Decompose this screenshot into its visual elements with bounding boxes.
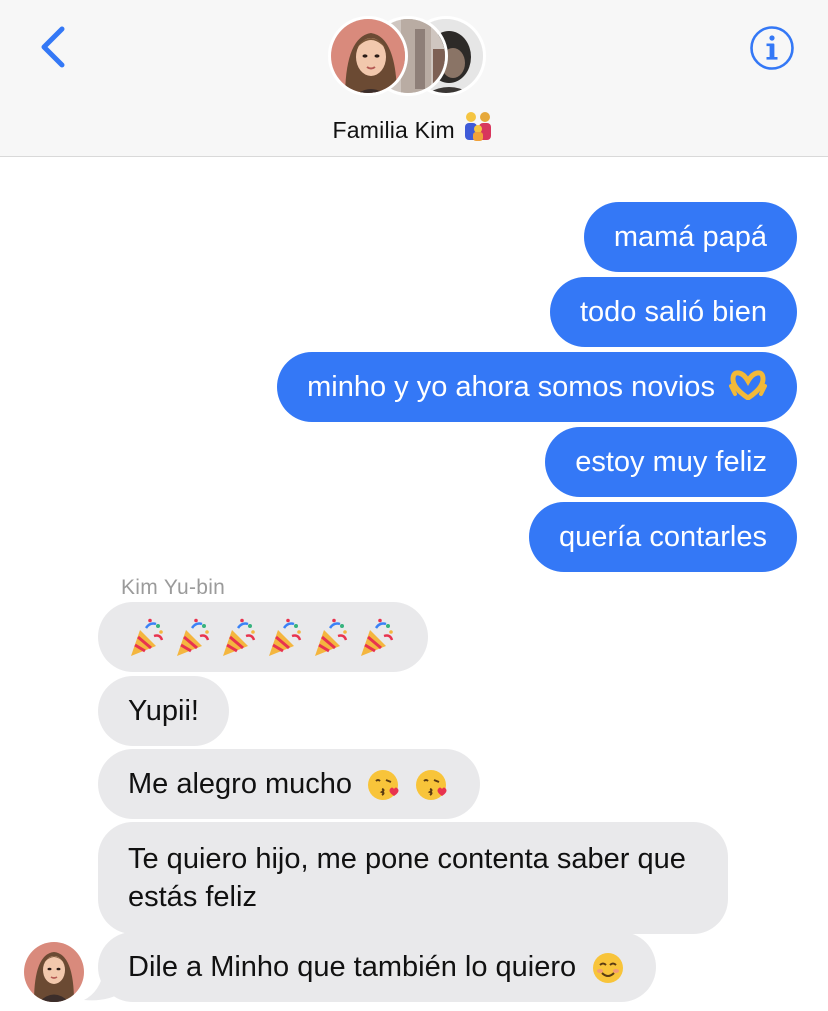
- message-text: Te quiero hijo, me pone contenta saber q…: [128, 843, 686, 913]
- info-button[interactable]: [749, 25, 795, 71]
- chevron-left-icon: [41, 26, 65, 68]
- smiling-face-emoji-icon: [593, 953, 624, 984]
- message-text: quería contarles: [559, 521, 767, 553]
- incoming-message[interactable]: Te quiero hijo, me pone contenta saber q…: [98, 822, 728, 934]
- heart-hands-emoji-icon: [729, 370, 767, 400]
- message-text: todo salió bien: [579, 296, 767, 328]
- conversation-header: Familia Kim: [0, 0, 828, 157]
- group-avatar-stack[interactable]: [328, 16, 488, 102]
- group-title[interactable]: Familia Kim: [0, 110, 828, 144]
- group-name: Familia Kim: [332, 117, 455, 143]
- message-text: minho y yo ahora somos novios: [307, 371, 715, 403]
- message-text: Yupii!: [128, 695, 199, 727]
- party-emoji-row: [128, 619, 404, 657]
- outgoing-message[interactable]: quería contarles: [529, 502, 797, 572]
- party-popper-emoji-icon: [269, 619, 302, 657]
- party-popper-emoji-icon: [315, 619, 348, 657]
- outgoing-message[interactable]: mamá papá: [583, 202, 797, 272]
- party-popper-emoji-icon: [361, 619, 394, 657]
- outgoing-message[interactable]: minho y yo ahora somos novios: [277, 352, 797, 422]
- incoming-message[interactable]: Dile a Minho que también lo quiero: [98, 932, 657, 1002]
- back-button[interactable]: [36, 24, 72, 70]
- message-text: Dile a Minho que también lo quiero: [128, 951, 577, 983]
- party-popper-emoji-icon: [177, 619, 210, 657]
- kissing-face-emoji-icon: [416, 770, 447, 801]
- avatar[interactable]: [24, 942, 84, 1002]
- sender-name: Kim Yu-bin: [121, 576, 226, 599]
- message-text: mamá papá: [613, 221, 767, 253]
- incoming-message[interactable]: Me alegro mucho: [98, 749, 481, 819]
- party-popper-emoji-icon: [131, 619, 164, 657]
- incoming-message[interactable]: Yupii!: [98, 676, 229, 746]
- message-text: Me alegro mucho: [128, 768, 353, 800]
- outgoing-message[interactable]: estoy muy feliz: [545, 427, 797, 497]
- kissing-face-emoji-icon: [368, 770, 399, 801]
- info-circle-icon: [750, 26, 794, 70]
- messages-screen: Familia Kim mamá papá todo salió bien mi…: [0, 0, 828, 1011]
- incoming-message[interactable]: [98, 602, 428, 672]
- outgoing-message[interactable]: todo salió bien: [549, 277, 797, 347]
- family-emoji-icon: [465, 112, 492, 141]
- group-avatar-1: [328, 16, 408, 96]
- party-popper-emoji-icon: [223, 619, 256, 657]
- message-text: estoy muy feliz: [575, 446, 767, 478]
- bubble-tail: [84, 962, 122, 1001]
